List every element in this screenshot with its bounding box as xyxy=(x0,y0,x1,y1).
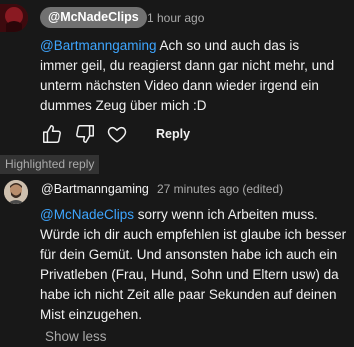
show-less-button[interactable]: Show less xyxy=(45,329,107,344)
reply-author[interactable]: @Bartmanngaming xyxy=(41,182,149,196)
reply-body: sorry wenn ich Arbeiten muss. Würde ich … xyxy=(40,207,347,322)
avatar-image xyxy=(4,180,28,204)
reply-text: @McNadeClips sorry wenn ich Arbeiten mus… xyxy=(40,205,348,325)
heart-button[interactable] xyxy=(105,122,129,146)
heart-icon xyxy=(107,126,127,143)
like-button[interactable] xyxy=(40,122,64,146)
avatar-image xyxy=(0,4,28,32)
reply-timestamp[interactable]: 27 minutes ago (edited) xyxy=(157,182,283,196)
avatar[interactable] xyxy=(0,4,28,32)
comment-text: @Bartmanngaming Ach so und auch das is i… xyxy=(40,36,340,116)
comment-author-chip[interactable]: @McNadeClips xyxy=(40,7,147,28)
reply-mention-link[interactable]: @McNadeClips xyxy=(40,207,134,222)
comment-timestamp[interactable]: 1 hour ago xyxy=(147,11,204,25)
comment-mention-link[interactable]: @Bartmanngaming xyxy=(40,38,157,53)
highlighted-reply-badge: Highlighted reply xyxy=(0,155,100,174)
thumbs-up-icon xyxy=(43,125,61,143)
reply-button[interactable]: Reply xyxy=(146,121,200,147)
dislike-button[interactable] xyxy=(73,122,97,146)
thumbs-down-icon xyxy=(76,125,94,143)
reply-avatar[interactable] xyxy=(4,180,28,204)
